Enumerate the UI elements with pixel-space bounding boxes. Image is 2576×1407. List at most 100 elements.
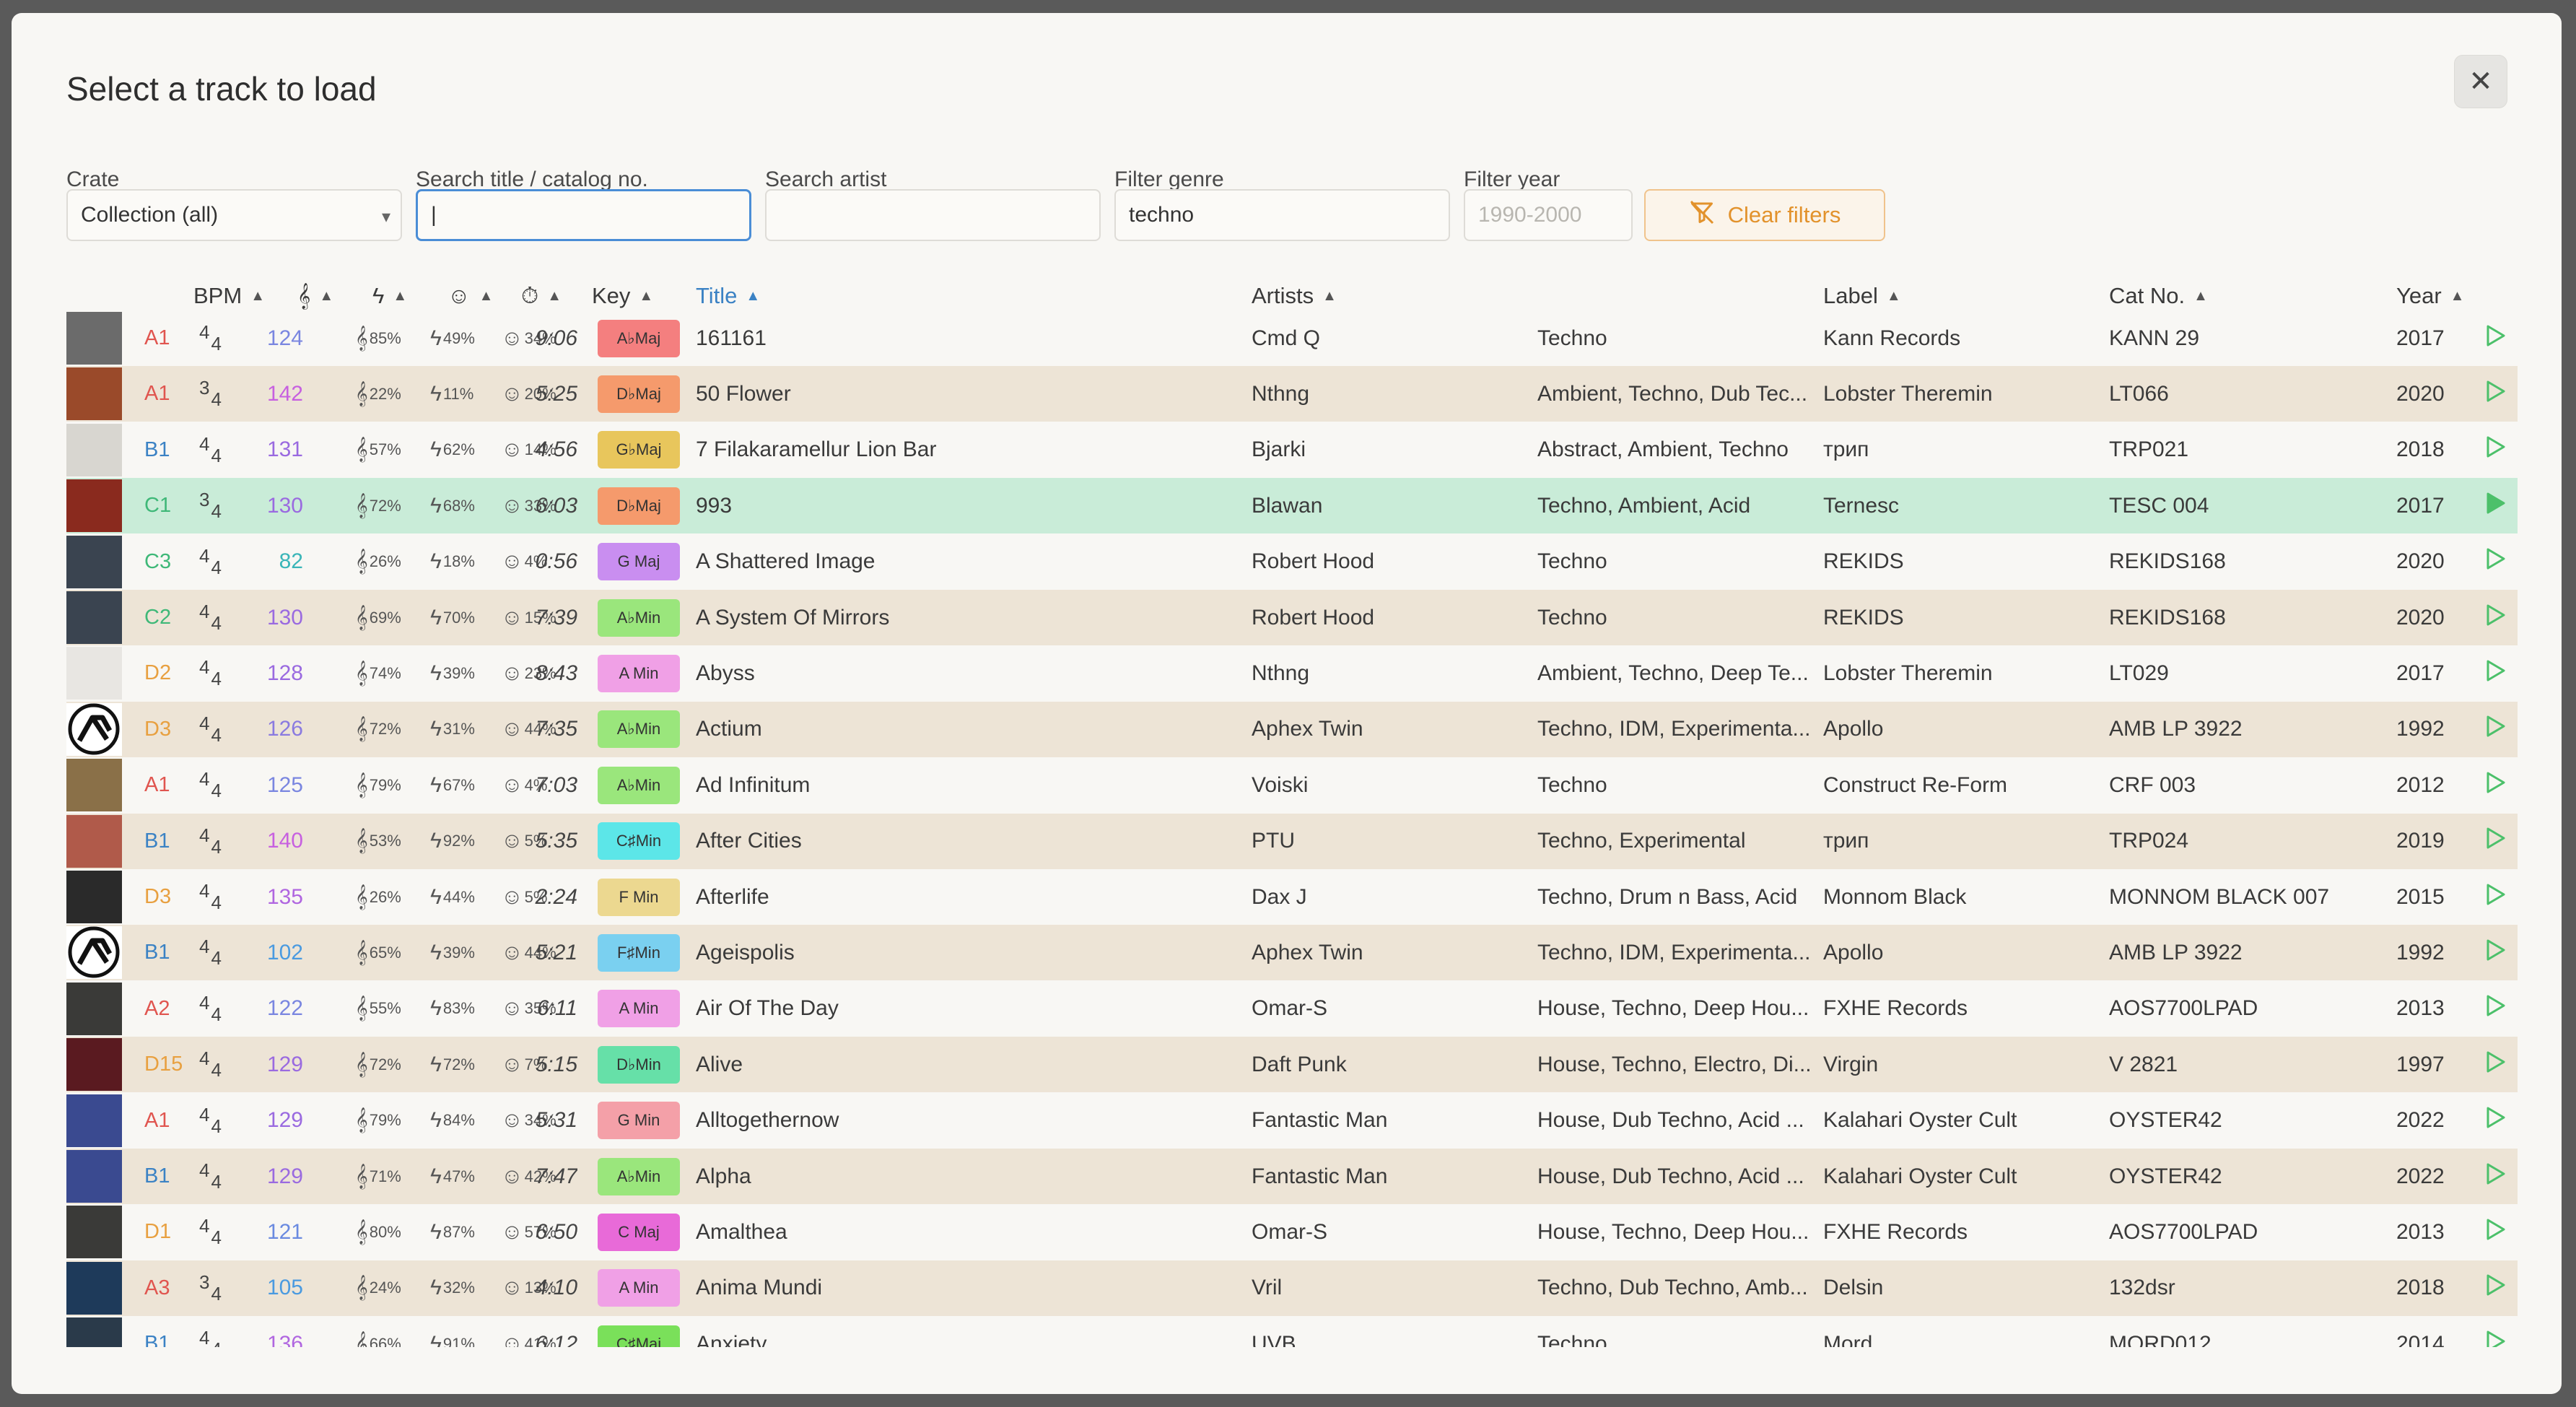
track-key: C♯Min — [598, 814, 680, 869]
play-icon — [2485, 771, 2507, 800]
play-button[interactable] — [2481, 645, 2510, 701]
play-button[interactable] — [2481, 478, 2510, 533]
play-button[interactable] — [2481, 422, 2510, 478]
dance-icon: 𝄞 — [355, 717, 368, 741]
play-button[interactable] — [2481, 1093, 2510, 1149]
play-button[interactable] — [2481, 534, 2510, 590]
column-header-energy[interactable]: ϟ ▲ — [372, 277, 407, 315]
track-key: D♭Maj — [598, 366, 680, 422]
energy-icon: ϟ — [430, 1331, 442, 1347]
track-bpm: 128 — [266, 661, 303, 685]
play-button[interactable] — [2481, 366, 2510, 422]
track-bpm: 125 — [266, 772, 303, 797]
play-button[interactable] — [2481, 814, 2510, 869]
time-signature: 44 — [199, 991, 222, 1025]
track-key: A Min — [598, 981, 680, 1037]
track-genre: Techno — [1537, 772, 1607, 797]
play-button[interactable] — [2481, 869, 2510, 925]
table-row[interactable]: A1 4 4 124 𝄞 85% ϟ 49% ☺ 34% 9:06 A♭Maj 161161 Cmd QT… — [66, 310, 2518, 366]
column-header-duration[interactable]: ⏱ ▲ — [521, 277, 562, 315]
track-key: C Maj — [598, 1204, 680, 1260]
play-button[interactable] — [2481, 702, 2510, 757]
column-header-key-label: Key — [592, 283, 631, 308]
table-row[interactable]: A2 4 4 122 𝄞 55% ϟ 83% ☺ 35% 6:11 A Min Air Of The D… — [66, 981, 2518, 1037]
album-art — [66, 535, 122, 588]
table-row[interactable]: A1 4 4 129 𝄞 79% ϟ 84% ☺ 34% 5:31 G Min Alltogethern… — [66, 1093, 2518, 1149]
danceability: 𝄞 74% — [355, 661, 401, 685]
table-row[interactable]: B1 4 4 102 𝄞 65% ϟ 39% ☺ 44% 5:21 F♯Min Ageispolis Ap… — [66, 925, 2518, 981]
table-row[interactable]: C2 4 4 130 𝄞 69% ϟ 70% ☺ 15% 7:39 A♭Min A System Of … — [66, 590, 2518, 645]
table-row[interactable]: D3 4 4 126 𝄞 72% ϟ 31% ☺ 44% 7:35 A♭Min Actium Aphex … — [66, 701, 2518, 757]
clear-filters-button[interactable]: Clear filters — [1644, 189, 1885, 241]
track-duration: 7:39 — [535, 605, 577, 630]
artist-search-input[interactable] — [765, 189, 1101, 241]
track-duration: 5:15 — [535, 1052, 577, 1076]
energy: ϟ 84% — [430, 1108, 475, 1133]
key-badge: F♯Min — [598, 933, 680, 972]
track-position: D3 — [144, 885, 172, 908]
track-label: REKIDS — [1823, 549, 1904, 574]
table-row[interactable]: D2 4 4 128 𝄞 74% ϟ 39% ☺ 23% 8:43 A Min Abyss Nthng Am… — [66, 645, 2518, 701]
sort-asc-icon: ▲ — [746, 287, 761, 304]
play-button[interactable] — [2481, 1204, 2510, 1260]
dance-icon: 𝄞 — [297, 282, 311, 308]
track-position: B1 — [144, 941, 170, 964]
title-search-input[interactable]: | — [416, 189, 751, 241]
track-catno: LT029 — [2109, 661, 2169, 685]
year-filter-placeholder: 1990-2000 — [1478, 203, 1582, 227]
table-row[interactable]: A1 3 4 142 𝄞 22% ϟ 11% ☺ 20% 5:25 D♭Maj 50 Flower Nth… — [66, 366, 2518, 422]
track-bpm: 124 — [266, 326, 303, 350]
year-filter-input[interactable]: 1990-2000 — [1464, 189, 1633, 241]
track-catno: V 2821 — [2109, 1052, 2178, 1076]
table-row[interactable]: B1 4 4 129 𝄞 71% ϟ 47% ☺ 42% 7:47 A♭Min Alpha Fantast… — [66, 1149, 2518, 1204]
track-position: D3 — [144, 717, 172, 741]
column-header-key[interactable]: Key ▲ — [592, 277, 653, 315]
close-button[interactable]: ✕ — [2454, 55, 2507, 108]
play-button[interactable] — [2481, 590, 2510, 645]
table-row[interactable]: B1 4 4 131 𝄞 57% ϟ 62% ☺ 14% 4:56 G♭Maj 7 Filakarame… — [66, 422, 2518, 478]
sort-asc-icon: ▲ — [319, 287, 334, 304]
track-label: FXHE Records — [1823, 1219, 1968, 1244]
column-header-bpm[interactable]: BPM ▲ — [193, 277, 265, 315]
time-signature: 34 — [199, 1271, 222, 1304]
play-button[interactable] — [2481, 1260, 2510, 1316]
energy: ϟ 92% — [430, 829, 475, 853]
table-row[interactable]: D1 4 4 121 𝄞 80% ϟ 87% ☺ 57% 6:50 C Maj Amalthea Omar… — [66, 1204, 2518, 1260]
play-button[interactable] — [2481, 925, 2510, 980]
key-badge: A♭Min — [598, 710, 680, 749]
column-header-catno[interactable]: Cat No. ▲ — [2109, 277, 2208, 315]
column-header-artists[interactable]: Artists ▲ — [1252, 277, 1337, 315]
track-title: Alive — [696, 1052, 743, 1076]
table-row[interactable]: C1 3 4 130 𝄞 72% ϟ 68% ☺ 33% 6:03 D♭Maj 993 Blawan Tec… — [66, 478, 2518, 534]
crate-select[interactable]: Collection (all) ▾ — [66, 189, 402, 241]
play-button[interactable] — [2481, 1316, 2510, 1347]
table-row[interactable]: C3 4 4 82 𝄞 26% ϟ 18% ☺ 4% 0:56 G Maj A Shattered Im… — [66, 534, 2518, 590]
column-header-catno-label: Cat No. — [2109, 283, 2186, 308]
energy-icon: ϟ — [430, 884, 442, 909]
artist-search-label: Search artist — [765, 167, 887, 191]
dance-icon: 𝄞 — [355, 549, 368, 574]
genre-filter-input[interactable]: techno — [1114, 189, 1450, 241]
table-row[interactable]: B1 4 4 140 𝄞 53% ϟ 92% ☺ 5% 5:35 C♯Min After Cities P… — [66, 813, 2518, 869]
play-button[interactable] — [2481, 310, 2510, 366]
key-badge: C♯Maj — [598, 1325, 680, 1347]
play-button[interactable] — [2481, 1037, 2510, 1092]
play-button[interactable] — [2481, 1149, 2510, 1204]
track-bpm: 136 — [266, 1331, 303, 1347]
play-button[interactable] — [2481, 981, 2510, 1037]
column-header-year[interactable]: Year ▲ — [2396, 277, 2464, 315]
column-header-title[interactable]: Title ▲ — [696, 277, 760, 315]
table-row[interactable]: A1 4 4 125 𝄞 79% ϟ 67% ☺ 4% 7:03 A♭Min Ad Infinitum V… — [66, 757, 2518, 813]
table-row[interactable]: D3 4 4 135 𝄞 26% ϟ 44% ☺ 5% 2:24 F Min Afterlife Dax … — [66, 869, 2518, 925]
column-header-happiness[interactable]: ☺ ▲ — [447, 277, 493, 315]
play-icon — [2485, 1050, 2507, 1079]
table-row[interactable]: B144136𝄞66%ϟ91%☺41%6:12C♯MajAnxietyUVBTe… — [66, 1316, 2518, 1347]
play-button[interactable] — [2481, 757, 2510, 813]
column-header-label[interactable]: Label ▲ — [1823, 277, 1901, 315]
column-header-danceability[interactable]: 𝄞 ▲ — [297, 277, 333, 315]
table-row[interactable]: D15 4 4 129 𝄞 72% ϟ 72% ☺ 7% 5:15 D♭Min Alive Daft Pu… — [66, 1037, 2518, 1093]
danceability: 𝄞 66% — [355, 1316, 401, 1347]
dance-icon: 𝄞 — [355, 1164, 368, 1188]
table-row[interactable]: A3 3 4 105 𝄞 24% ϟ 32% ☺ 13% 4:10 A Min Anima Mundi V… — [66, 1260, 2518, 1316]
track-duration: 4:56 — [535, 437, 577, 462]
